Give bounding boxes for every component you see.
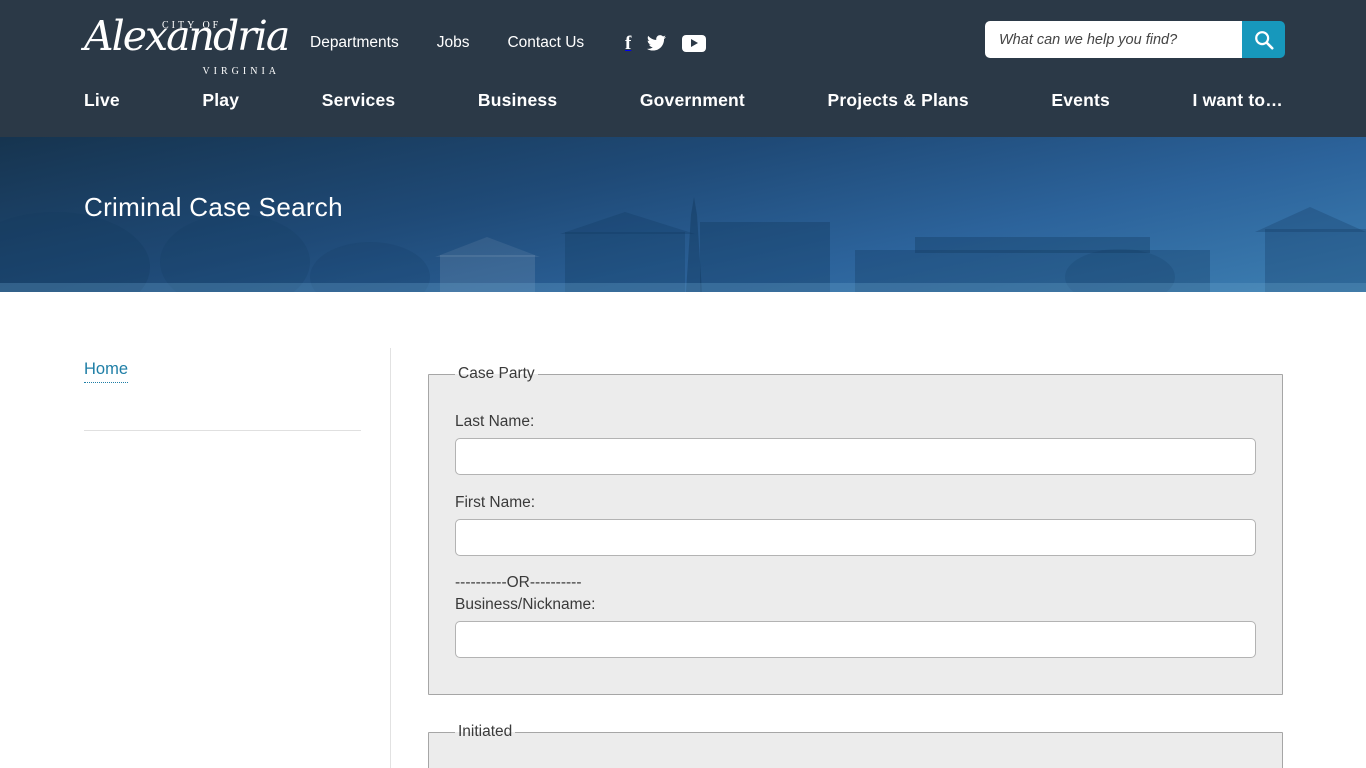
sidebar: Home — [84, 360, 361, 431]
page-title: Criminal Case Search — [84, 192, 343, 222]
nav-events[interactable]: Events — [1051, 90, 1110, 111]
page-banner: Criminal Case Search — [0, 137, 1366, 292]
nav-government[interactable]: Government — [640, 90, 745, 111]
city-logo[interactable]: CITY OF Alexandria VIRGINIA — [84, 6, 290, 84]
sidebar-divider-horizontal — [84, 430, 361, 431]
nav-projects-plans[interactable]: Projects & Plans — [827, 90, 968, 111]
logo-name-text: Alexandria — [84, 12, 290, 60]
breadcrumb-home-link[interactable]: Home — [84, 360, 129, 383]
logo-state-text: VIRGINIA — [202, 66, 280, 77]
last-name-input[interactable] — [455, 438, 1256, 475]
nav-play[interactable]: Play — [202, 90, 239, 111]
social-links: f — [625, 32, 707, 54]
page-content: Home Case Party Last Name: First Name: -… — [0, 292, 1366, 768]
facebook-link[interactable]: f — [625, 34, 631, 53]
youtube-icon — [682, 34, 707, 52]
first-name-label: First Name: — [455, 494, 536, 511]
facebook-icon: f — [625, 32, 632, 54]
initiated-legend: Initiated — [458, 723, 513, 740]
or-separator: ----------OR---------- — [455, 574, 582, 591]
nav-contact-us[interactable]: Contact Us — [507, 34, 584, 52]
nav-business[interactable]: Business — [478, 90, 557, 111]
twitter-icon — [647, 35, 667, 51]
business-nickname-label: Business/Nickname: — [455, 596, 596, 613]
case-party-fieldset: Case Party Last Name: First Name: ------… — [428, 365, 1283, 695]
site-header: CITY OF Alexandria VIRGINIA Departments … — [0, 0, 1366, 137]
initiated-fieldset: Initiated On/From — [428, 723, 1283, 768]
search-input[interactable] — [985, 21, 1242, 58]
sidebar-divider-vertical — [390, 348, 391, 768]
case-search-form: Case Party Last Name: First Name: ------… — [428, 365, 1283, 768]
last-name-label: Last Name: — [455, 413, 535, 430]
business-nickname-input[interactable] — [455, 621, 1256, 658]
main-nav: Live Play Services Business Government P… — [84, 90, 1283, 111]
nav-departments[interactable]: Departments — [310, 34, 399, 52]
case-party-legend: Case Party — [458, 365, 535, 382]
nav-jobs[interactable]: Jobs — [437, 34, 470, 52]
nav-live[interactable]: Live — [84, 90, 120, 111]
twitter-link[interactable] — [647, 35, 667, 51]
nav-i-want-to[interactable]: I want to… — [1192, 90, 1282, 111]
nav-services[interactable]: Services — [322, 90, 396, 111]
utility-nav: Departments Jobs Contact Us — [310, 34, 584, 52]
site-search-form — [985, 21, 1285, 58]
search-icon — [1254, 30, 1274, 50]
search-button[interactable] — [1242, 21, 1285, 58]
youtube-link[interactable] — [682, 34, 707, 52]
first-name-input[interactable] — [455, 519, 1256, 556]
